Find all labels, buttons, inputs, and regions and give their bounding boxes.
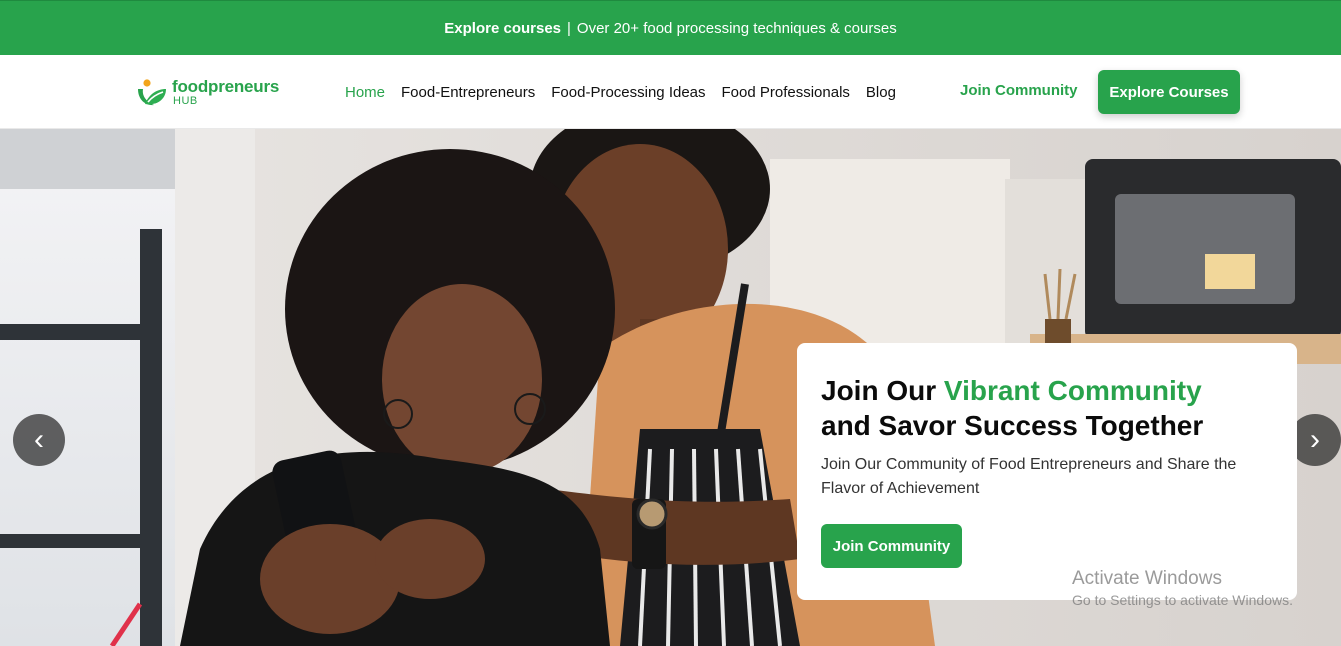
announcement-text: Over 20+ food processing techniques & co… [576,19,897,37]
hero-title-highlight: Vibrant Community [943,375,1202,406]
explore-courses-link[interactable]: Explore courses [444,20,561,37]
join-community-link[interactable]: Join Community [960,82,1078,99]
hero-join-community-button[interactable]: Join Community [821,524,962,568]
hero-title-part2: and Savor Success Together [821,410,1204,441]
hero-title: Join Our Vibrant Community and Savor Suc… [821,373,1273,443]
windows-activation-watermark: Activate Windows Go to Settings to activ… [1072,568,1293,608]
nav-item-home[interactable]: Home [345,84,385,101]
nav-item-food-entrepreneurs[interactable]: Food-Entrepreneurs [401,84,535,101]
hero-description: Join Our Community of Food Entrepreneurs… [821,456,1237,497]
main-nav: Home Food-Entrepreneurs Food-Processing … [345,55,912,129]
announcement-separator: | [567,19,571,37]
nav-item-food-professionals[interactable]: Food Professionals [722,84,850,101]
explore-courses-button[interactable]: Explore Courses [1098,70,1240,114]
logo[interactable]: foodpreneurs HUB [135,77,279,107]
hero-card: Join Our Vibrant Community and Savor Suc… [797,343,1297,600]
announcement-bar: Explore courses | Over 20+ food processi… [0,0,1341,55]
chevron-right-icon: › [1310,423,1320,456]
logo-subtitle: HUB [173,94,198,107]
watermark-line1: Activate Windows [1072,568,1222,589]
nav-item-food-processing-ideas[interactable]: Food-Processing Ideas [551,84,705,101]
leaf-logo-icon [138,79,166,106]
slider-prev-button[interactable]: ‹ [13,414,65,466]
chevron-left-icon: ‹ [34,423,44,456]
watermark-line2: Go to Settings to activate Windows. [1072,592,1293,608]
site-header: foodpreneurs HUB Home Food-Entrepreneurs… [0,55,1341,129]
logo-wordmark: foodpreneurs [172,76,280,96]
nav-item-blog[interactable]: Blog [866,84,896,101]
hero-title-part1: Join Our [821,375,944,406]
